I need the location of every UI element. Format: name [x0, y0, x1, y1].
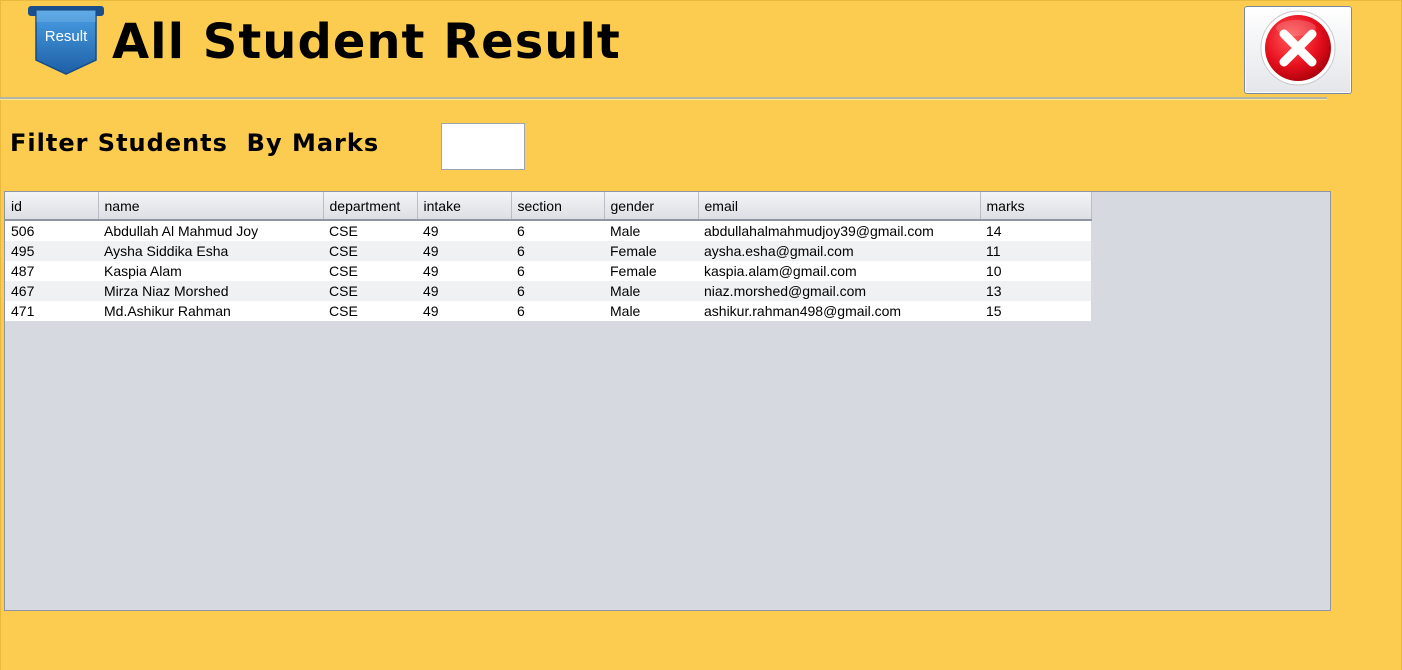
cell-marks[interactable]: 14 [980, 220, 1091, 241]
cell-id[interactable]: 471 [5, 301, 98, 321]
column-header-section[interactable]: section [511, 192, 605, 221]
results-table: id name department intake section gender… [5, 192, 1092, 321]
cell-gender[interactable]: Male [604, 220, 698, 241]
cell-name[interactable]: Md.Ashikur Rahman [98, 301, 323, 321]
cell-marks[interactable]: 11 [980, 241, 1091, 261]
result-logo-icon: Result [26, 2, 106, 76]
column-header-intake[interactable]: intake [417, 192, 512, 221]
column-header-email[interactable]: email [698, 192, 981, 221]
cell-gender[interactable]: Female [604, 261, 698, 281]
cell-name[interactable]: Mirza Niaz Morshed [98, 281, 323, 301]
cell-name[interactable]: Abdullah Al Mahmud Joy [98, 220, 323, 241]
column-header-department[interactable]: department [323, 192, 418, 221]
cell-marks[interactable]: 10 [980, 261, 1091, 281]
column-header-id[interactable]: id [5, 192, 99, 221]
cell-name[interactable]: Kaspia Alam [98, 261, 323, 281]
page-title: All Student Result [112, 14, 621, 70]
close-button[interactable] [1244, 6, 1352, 94]
cell-email[interactable]: aysha.esha@gmail.com [698, 241, 980, 261]
cell-email[interactable]: abdullahalmahmudjoy39@gmail.com [698, 220, 980, 241]
table-row[interactable]: 506 Abdullah Al Mahmud Joy CSE 49 6 Male… [5, 220, 1091, 241]
column-header-name[interactable]: name [98, 192, 324, 221]
cell-gender[interactable]: Male [604, 281, 698, 301]
cell-email[interactable]: ashikur.rahman498@gmail.com [698, 301, 980, 321]
logo-text: Result [45, 28, 88, 45]
cell-intake[interactable]: 49 [417, 241, 511, 261]
cell-department[interactable]: CSE [323, 261, 417, 281]
cell-intake[interactable]: 49 [417, 281, 511, 301]
cell-id[interactable]: 467 [5, 281, 98, 301]
cell-name[interactable]: Aysha Siddika Esha [98, 241, 323, 261]
cell-intake[interactable]: 49 [417, 301, 511, 321]
results-table-pane[interactable]: id name department intake section gender… [4, 191, 1331, 611]
cell-section[interactable]: 6 [511, 301, 604, 321]
cell-marks[interactable]: 15 [980, 301, 1091, 321]
table-row[interactable]: 471 Md.Ashikur Rahman CSE 49 6 Male ashi… [5, 301, 1091, 321]
cell-id[interactable]: 506 [5, 220, 98, 241]
marks-filter-input[interactable] [441, 123, 525, 170]
cell-department[interactable]: CSE [323, 301, 417, 321]
cell-gender[interactable]: Female [604, 241, 698, 261]
cell-id[interactable]: 495 [5, 241, 98, 261]
cell-intake[interactable]: 49 [417, 261, 511, 281]
cell-email[interactable]: niaz.morshed@gmail.com [698, 281, 980, 301]
column-header-marks[interactable]: marks [980, 192, 1092, 221]
close-icon [1258, 8, 1338, 93]
column-header-gender[interactable]: gender [604, 192, 699, 221]
cell-gender[interactable]: Male [604, 301, 698, 321]
cell-section[interactable]: 6 [511, 261, 604, 281]
table-row[interactable]: 495 Aysha Siddika Esha CSE 49 6 Female a… [5, 241, 1091, 261]
cell-department[interactable]: CSE [323, 220, 417, 241]
cell-intake[interactable]: 49 [417, 220, 511, 241]
table-row[interactable]: 467 Mirza Niaz Morshed CSE 49 6 Male nia… [5, 281, 1091, 301]
filter-label: Filter Students By Marks [10, 129, 380, 157]
cell-section[interactable]: 6 [511, 241, 604, 261]
cell-marks[interactable]: 13 [980, 281, 1091, 301]
cell-email[interactable]: kaspia.alam@gmail.com [698, 261, 980, 281]
table-header-row: id name department intake section gender… [5, 192, 1092, 221]
cell-department[interactable]: CSE [323, 281, 417, 301]
cell-id[interactable]: 487 [5, 261, 98, 281]
table-row[interactable]: 487 Kaspia Alam CSE 49 6 Female kaspia.a… [5, 261, 1091, 281]
cell-section[interactable]: 6 [511, 220, 604, 241]
header-divider [0, 97, 1327, 100]
cell-department[interactable]: CSE [323, 241, 417, 261]
cell-section[interactable]: 6 [511, 281, 604, 301]
